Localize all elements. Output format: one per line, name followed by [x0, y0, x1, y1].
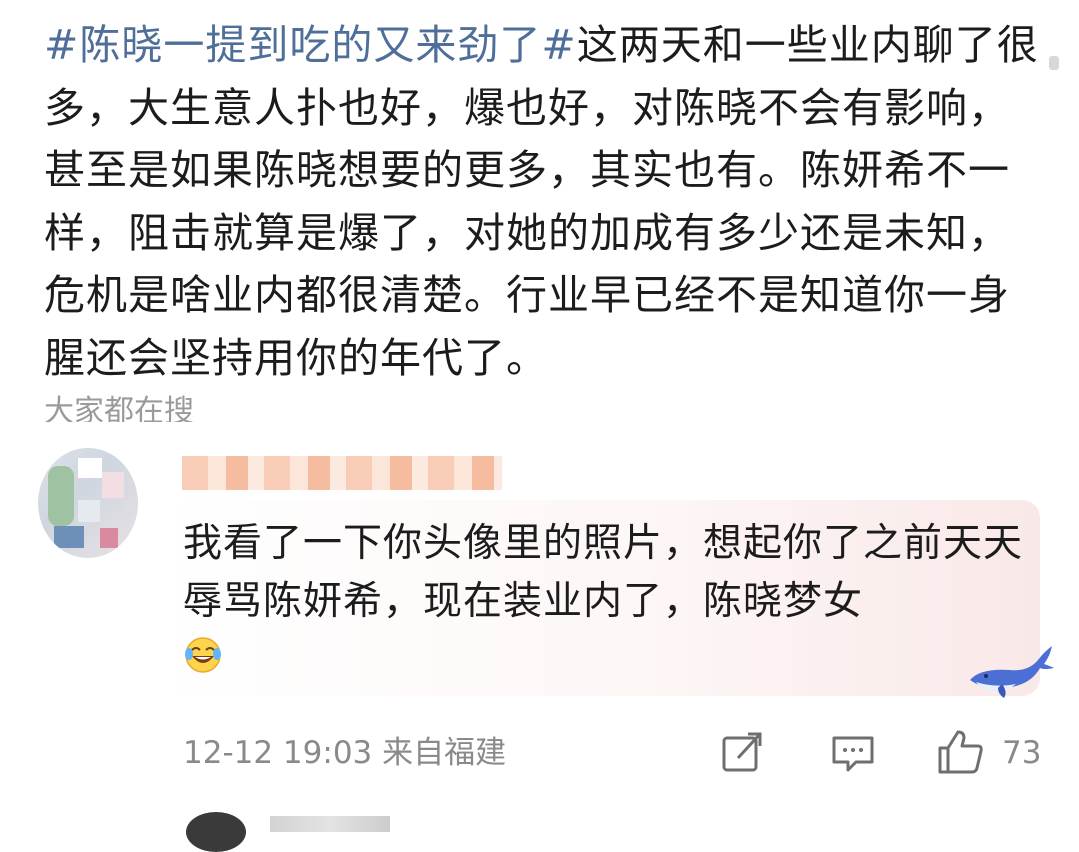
- side-indicator-icon: [1049, 56, 1059, 70]
- laughing-crying-emoji-icon: [185, 637, 221, 673]
- whale-badge-icon: [970, 646, 1054, 698]
- comment-icon[interactable]: [830, 728, 876, 776]
- comment-text: 我看了一下你头像里的照片，想起你了之前天天辱骂陈妍希，现在装业内了，陈晓梦女: [183, 521, 1024, 624]
- like-icon[interactable]: [936, 728, 984, 776]
- comment-location: 来自福建: [382, 735, 507, 771]
- comment-timestamp: 12-12 19:03: [183, 735, 373, 771]
- next-commenter-avatar[interactable]: [186, 812, 246, 852]
- commenter-avatar[interactable]: [38, 448, 138, 558]
- post-text: #陈晓一提到吃的又来劲了#这两天和一些业内聊了很多，大生意人扑也好，爆也好，对陈…: [44, 14, 1044, 389]
- trending-search-label[interactable]: 大家都在搜: [44, 392, 194, 422]
- comment-meta: 12-12 19:03 来自福建: [183, 732, 506, 774]
- next-commenter-username-blurred[interactable]: [270, 816, 390, 832]
- share-icon[interactable]: [720, 728, 766, 776]
- topic-hashtag-link[interactable]: #陈晓一提到吃的又来劲了#: [44, 21, 577, 69]
- like-count: 73: [1002, 735, 1042, 771]
- post-body: 这两天和一些业内聊了很多，大生意人扑也好，爆也好，对陈晓不会有影响，甚至是如果陈…: [44, 21, 1039, 382]
- commenter-username-blurred[interactable]: [182, 456, 502, 490]
